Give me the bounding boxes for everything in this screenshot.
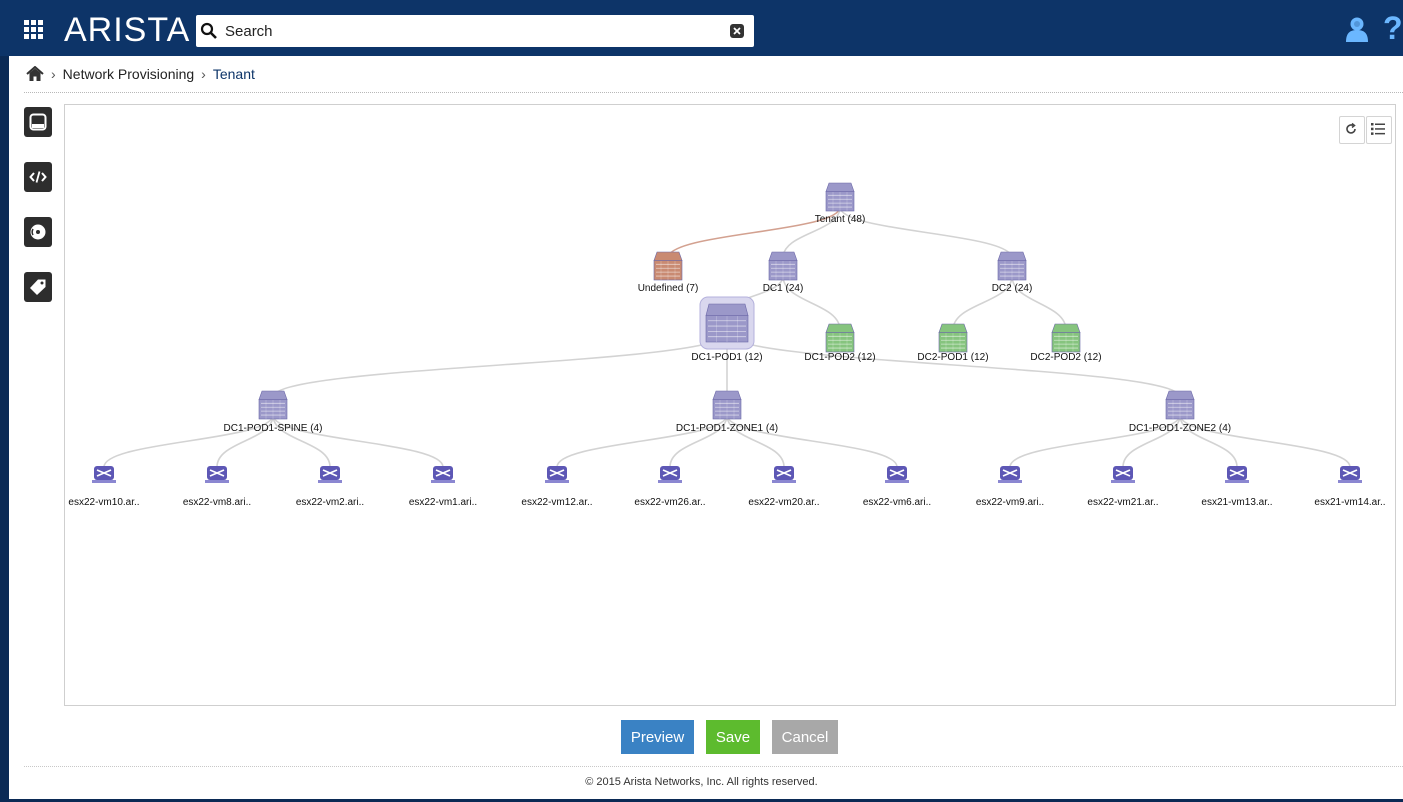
topology-node-label: DC1-POD2 (12) bbox=[804, 352, 875, 363]
topology-link bbox=[272, 332, 728, 398]
topology-node-vm9[interactable] bbox=[998, 466, 1022, 483]
topology-node-label: DC2-POD2 (12) bbox=[1030, 352, 1101, 363]
topology-node-vm12[interactable] bbox=[1338, 466, 1362, 483]
topology-link bbox=[839, 206, 1013, 259]
topology-node-label: esx22-vm9.ari.. bbox=[976, 497, 1044, 508]
topology-node-vm4[interactable] bbox=[431, 466, 455, 483]
topology-node-vm3[interactable] bbox=[318, 466, 342, 483]
topology-graph: Tenant (48) Undefined (7) DC1 (24) DC2 (24)… bbox=[68, 182, 1386, 508]
cancel-button[interactable]: Cancel bbox=[772, 720, 838, 754]
topology-node-label: esx22-vm8.ari.. bbox=[183, 497, 251, 508]
topology-node-label: DC1-POD1-SPINE (4) bbox=[224, 423, 323, 434]
topology-node-vm8[interactable] bbox=[885, 466, 909, 483]
topology-node-label: esx22-vm10.ar.. bbox=[68, 497, 139, 508]
topology-node-label: esx22-vm2.ari.. bbox=[296, 497, 364, 508]
save-button[interactable]: Save bbox=[706, 720, 760, 754]
topology-node-label: DC1-POD1-ZONE2 (4) bbox=[1129, 423, 1231, 434]
topology-node-spine[interactable] bbox=[258, 390, 288, 420]
topology-node-label: DC2-POD1 (12) bbox=[917, 352, 988, 363]
topology-node-label: DC1-POD1 (12) bbox=[691, 352, 762, 363]
topology-node-zone1[interactable] bbox=[712, 390, 742, 420]
topology-node-label: esx22-vm1.ari.. bbox=[409, 497, 477, 508]
topology-node-vm11[interactable] bbox=[1225, 466, 1249, 483]
topology-node-label: esx22-vm20.ar.. bbox=[748, 497, 819, 508]
topology-node-label: Tenant (48) bbox=[815, 214, 866, 225]
topology-node-label: DC1 (24) bbox=[763, 283, 804, 294]
topology-node-label: esx22-vm6.ari.. bbox=[863, 497, 931, 508]
topology-node-dc2pod2[interactable] bbox=[1051, 323, 1081, 353]
topology-node-vm10[interactable] bbox=[1111, 466, 1135, 483]
topology-node-undefined[interactable] bbox=[653, 251, 683, 281]
topology-node-vm2[interactable] bbox=[205, 466, 229, 483]
topology-node-dc1pod2[interactable] bbox=[825, 323, 855, 353]
topology-node-label: esx22-vm26.ar.. bbox=[634, 497, 705, 508]
topology-node-vm7[interactable] bbox=[772, 466, 796, 483]
topology-node-label: esx22-vm12.ar.. bbox=[521, 497, 592, 508]
topology-node-zone2[interactable] bbox=[1165, 390, 1195, 420]
topology-node-label: esx21-vm13.ar.. bbox=[1201, 497, 1272, 508]
topology-node-dc1[interactable] bbox=[768, 251, 798, 281]
topology-node-vm5[interactable] bbox=[545, 466, 569, 483]
topology-node-label: esx21-vm14.ar.. bbox=[1314, 497, 1385, 508]
topology-node-dc1pod1[interactable] bbox=[699, 296, 755, 350]
topology-node-dc2[interactable] bbox=[997, 251, 1027, 281]
footer-divider bbox=[24, 766, 1403, 767]
topology-node-vm6[interactable] bbox=[658, 466, 682, 483]
topology-node-label: DC1-POD1-ZONE1 (4) bbox=[676, 423, 778, 434]
topology-node-label: DC2 (24) bbox=[992, 283, 1033, 294]
topology-node-label: Undefined (7) bbox=[638, 283, 699, 294]
preview-button[interactable]: Preview bbox=[621, 720, 694, 754]
topology-node-tenant[interactable] bbox=[825, 182, 855, 212]
topology-node-label: esx22-vm21.ar.. bbox=[1087, 497, 1158, 508]
topology-node-vm1[interactable] bbox=[92, 466, 116, 483]
copyright-footer: © 2015 Arista Networks, Inc. All rights … bbox=[585, 776, 818, 788]
topology-node-dc2pod1[interactable] bbox=[938, 323, 968, 353]
